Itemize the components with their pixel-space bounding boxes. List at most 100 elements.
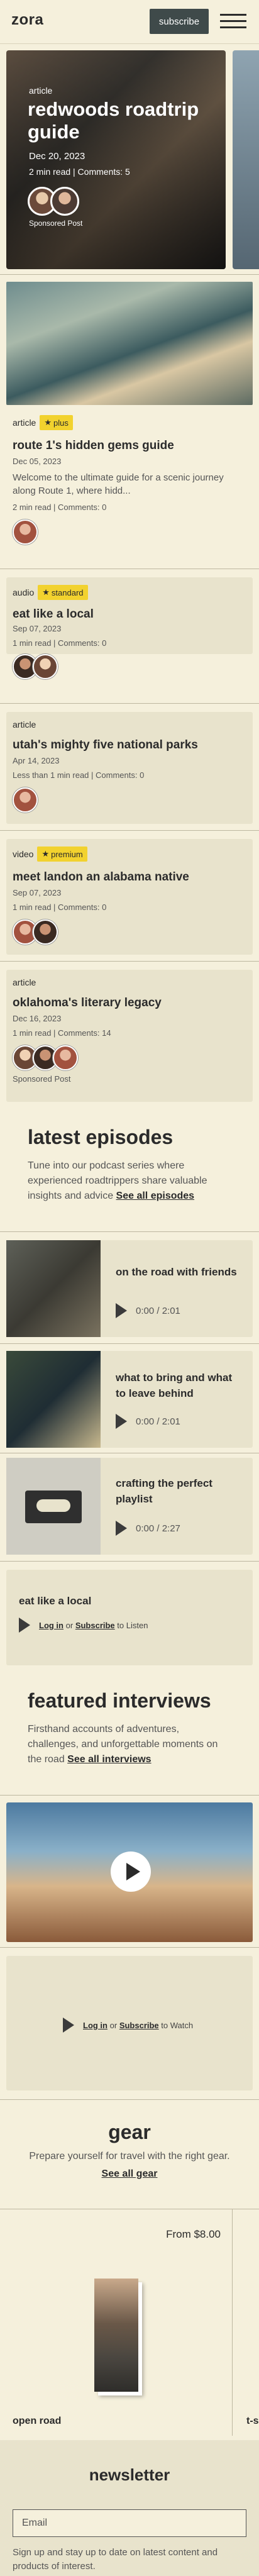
audio-player[interactable]: 0:00 / 2:27 (116, 1521, 180, 1536)
divider (0, 1795, 259, 1796)
video-gate-row: Log in or Subscribe to Watch (63, 2018, 193, 2033)
avatar[interactable] (13, 519, 38, 545)
podcasts-subtitle: Tune into our podcast series where exper… (28, 1160, 207, 1201)
play-icon[interactable] (116, 1303, 127, 1318)
divider (0, 703, 259, 704)
divider (0, 1343, 259, 1344)
play-icon[interactable] (116, 1414, 127, 1429)
episode-time: 0:00 / 2:01 (136, 1416, 180, 1427)
newsletter-title: newsletter (89, 2465, 170, 2484)
avatar[interactable] (50, 187, 79, 216)
login-link[interactable]: Log in (83, 2021, 107, 2030)
article-title[interactable]: meet landon an alabama native (13, 870, 246, 884)
avatar[interactable] (13, 787, 38, 813)
episode-title[interactable]: on the road with friends (116, 1264, 241, 1280)
article-card-5[interactable]: article oklahoma's literary legacy Dec 1… (6, 970, 253, 1102)
hamburger-menu-icon[interactable] (220, 14, 246, 29)
episode-card[interactable]: crafting the perfect playlist 0:00 / 2:2… (6, 1458, 253, 1555)
cassette-icon (25, 1491, 82, 1523)
login-link[interactable]: Log in (39, 1621, 63, 1630)
episode-time: 0:00 / 2:01 (136, 1305, 180, 1316)
subscribe-link[interactable]: Subscribe (75, 1621, 115, 1630)
article-date: Apr 14, 2023 (13, 756, 60, 765)
standard-badge: ★ standard (38, 585, 88, 600)
article-category: article (13, 977, 36, 987)
category-row: article (13, 977, 246, 987)
article-title[interactable]: eat like a local (13, 608, 246, 621)
see-all-interviews-link[interactable]: See all interviews (67, 1754, 151, 1765)
plus-badge: ★ plus (40, 415, 73, 430)
gear-link-row: See all gear (0, 2168, 259, 2180)
premium-badge: ★ premium (37, 847, 87, 862)
hero-date: Dec 20, 2023 (29, 151, 85, 162)
audio-gate-title: eat like a local (19, 1595, 92, 1607)
audio-player[interactable]: 0:00 / 2:01 (116, 1303, 180, 1318)
podcasts-title: latest episodes (28, 1126, 174, 1148)
site-logo[interactable]: zora (11, 11, 43, 29)
audio-gate-card: eat like a local Log in or Subscribe to … (6, 1570, 253, 1665)
article-category: article (13, 719, 36, 730)
divider (0, 2099, 259, 2100)
episode-thumbnail (6, 1351, 101, 1448)
episode-title[interactable]: what to bring and what to leave behind (116, 1370, 241, 1401)
sponsored-label: Sponsored Post (29, 219, 83, 228)
audio-player[interactable]: 0:00 / 2:01 (116, 1414, 180, 1429)
avatar[interactable] (33, 654, 58, 679)
article-card-3[interactable]: article utah's mighty five national park… (6, 712, 253, 824)
email-field[interactable]: Email (13, 2509, 246, 2537)
or-text: or (65, 1620, 74, 1630)
article-authors (13, 919, 246, 945)
article-title[interactable]: route 1's hidden gems guide (13, 439, 246, 453)
see-all-episodes-link[interactable]: See all episodes (116, 1191, 195, 1201)
hero-title[interactable]: redwoods roadtrip guide (28, 98, 216, 143)
episode-card[interactable]: what to bring and what to leave behind 0… (6, 1351, 253, 1448)
episode-card[interactable]: on the road with friends 0:00 / 2:01 (6, 1240, 253, 1337)
product-card[interactable]: From $8.00 open road (0, 2209, 233, 2436)
article-meta: 2 min read | Comments: 0 (13, 502, 107, 512)
divider (0, 1561, 259, 1562)
product-name[interactable]: open road (13, 2416, 61, 2427)
article-meta: 1 min read | Comments: 14 (13, 1028, 111, 1038)
action-text: to Listen (117, 1620, 148, 1630)
divider (0, 1947, 259, 1948)
subscribe-button[interactable]: subscribe (150, 9, 209, 34)
article-date: Sep 07, 2023 (13, 888, 62, 897)
hero-meta: 2 min read | Comments: 5 (29, 167, 130, 177)
article-category: video (13, 849, 34, 859)
star-icon: ★ (41, 849, 50, 858)
play-icon (126, 1863, 140, 1880)
article-date: Sep 07, 2023 (13, 624, 62, 633)
next-product-name[interactable]: t-s (246, 2416, 259, 2427)
interviews-subtitle: Firsthand accounts of adventures, challe… (28, 1724, 218, 1765)
star-icon: ★ (42, 587, 50, 597)
play-icon[interactable] (19, 1618, 30, 1633)
article-card-1[interactable]: article ★ plus route 1's hidden gems guid… (13, 415, 246, 545)
divider (0, 1231, 259, 1232)
hero-card[interactable]: article redwoods roadtrip guide Dec 20, … (6, 50, 226, 269)
avatar[interactable] (33, 919, 58, 945)
interview-video[interactable] (6, 1802, 253, 1942)
episode-time: 0:00 / 2:27 (136, 1523, 180, 1534)
site-header: zora subscribe (0, 0, 259, 44)
article-card-2[interactable]: audio ★ standard eat like a local Sep 07,… (6, 577, 253, 679)
article-authors (13, 654, 246, 679)
play-icon[interactable] (63, 2018, 74, 2033)
article-image[interactable] (6, 282, 253, 405)
article-title[interactable]: utah's mighty five national parks (13, 738, 246, 752)
category-row: video ★ premium (13, 847, 246, 862)
episode-title[interactable]: crafting the perfect playlist (116, 1475, 241, 1507)
play-icon[interactable] (116, 1521, 127, 1536)
play-button[interactable] (111, 1852, 151, 1892)
category-row: article (13, 719, 246, 730)
video-gate-card: Log in or Subscribe to Watch (6, 1956, 253, 2090)
divider (0, 274, 259, 275)
product-price: From $8.00 (166, 2228, 221, 2240)
hero-next-card[interactable] (233, 50, 259, 269)
article-authors (13, 787, 246, 813)
see-all-gear-link[interactable]: See all gear (102, 2168, 158, 2179)
gear-title: gear (108, 2121, 151, 2143)
avatar[interactable] (53, 1045, 78, 1070)
subscribe-link[interactable]: Subscribe (119, 2021, 159, 2030)
article-title[interactable]: oklahoma's literary legacy (13, 996, 246, 1010)
article-card-4[interactable]: video ★ premium meet landon an alabama na… (6, 839, 253, 955)
